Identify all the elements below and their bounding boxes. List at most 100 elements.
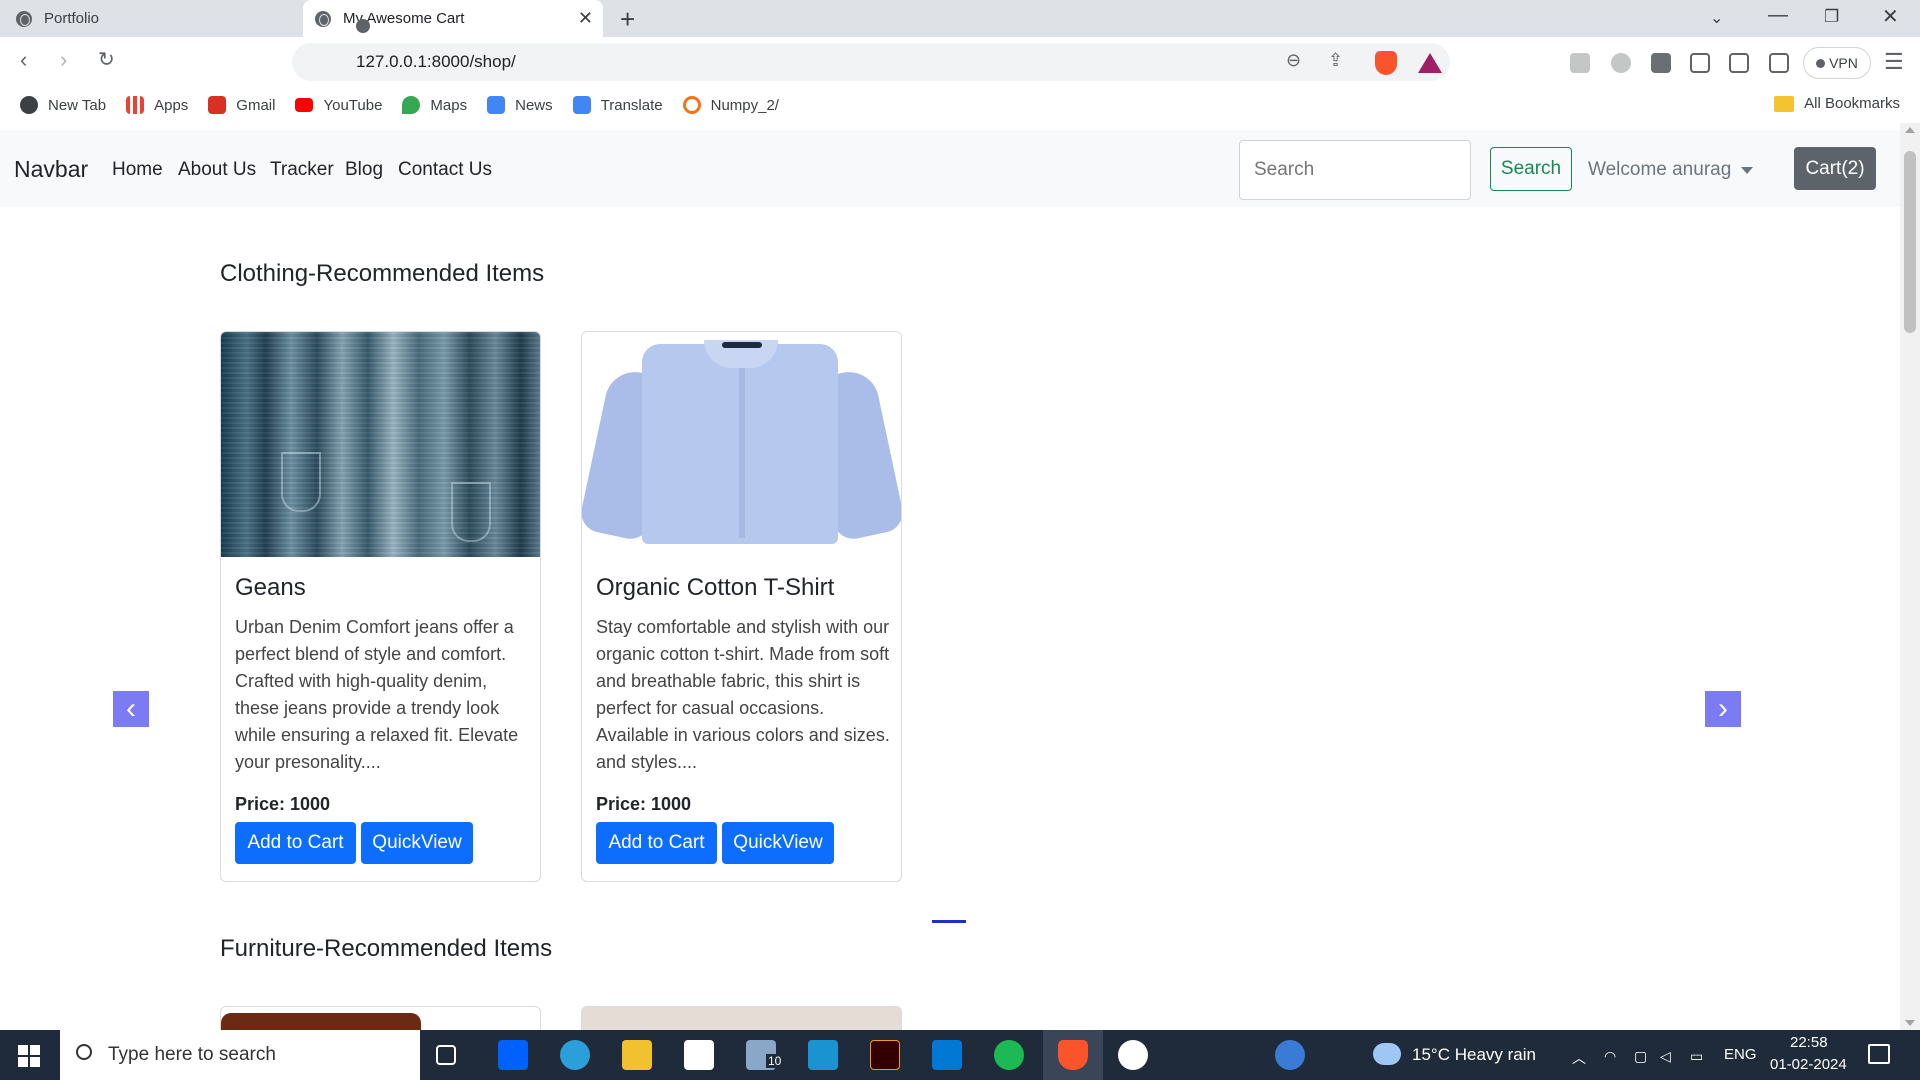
browser-toolbar: ‹ › ↻ 🔖︎ 127.0.0.1:8000/shop/ ⊖ ⇪ — [0, 37, 1920, 87]
clock-date[interactable]: 01-02-2024 — [1770, 1056, 1847, 1073]
menu-icon[interactable]: ☰ — [1884, 49, 1904, 75]
weather-text[interactable]: 15°C Heavy rain — [1412, 1045, 1536, 1065]
restore-icon[interactable]: ❐ — [1824, 7, 1839, 27]
spotify-icon[interactable] — [994, 1040, 1024, 1070]
share-icon[interactable]: ⇪ — [1328, 50, 1343, 71]
site-search-button[interactable]: Search — [1490, 147, 1572, 191]
chevron-up-icon[interactable]: ︿ — [1572, 1048, 1586, 1068]
all-bookmarks-label: All Bookmarks — [1804, 95, 1900, 112]
product-image-jeans — [221, 332, 540, 557]
vscode-icon[interactable] — [932, 1040, 962, 1070]
task-view-icon[interactable] — [436, 1045, 456, 1065]
bookmark-translate[interactable]: Translate — [572, 96, 663, 114]
close-window-icon[interactable]: ✕ — [1882, 4, 1899, 29]
carousel-next-button[interactable]: › — [1705, 691, 1741, 727]
bookmark-label: Translate — [600, 96, 663, 114]
bookmark-apps[interactable]: Apps — [126, 96, 188, 114]
add-to-cart-button[interactable]: Add to Cart — [596, 822, 717, 864]
navbar-brand[interactable]: Navbar — [14, 156, 88, 183]
site-search-input[interactable] — [1239, 140, 1471, 200]
caret-down-icon — [1741, 166, 1754, 174]
bookmark-numpy[interactable]: Numpy_2/ — [682, 96, 779, 114]
nav-contact-us[interactable]: Contact Us — [398, 159, 492, 181]
new-tab-icon[interactable]: + — [620, 4, 635, 35]
bookmark-label: Apps — [154, 96, 189, 114]
nav-tracker[interactable]: Tracker — [270, 159, 334, 181]
nav-about-us[interactable]: About Us — [178, 159, 256, 181]
bookmark-maps[interactable]: Maps — [402, 96, 467, 114]
bookmark-youtube[interactable]: YouTube — [295, 97, 382, 114]
bookmark-gmail[interactable]: Gmail — [208, 96, 275, 114]
battery-icon[interactable]: ▭ — [1690, 1048, 1703, 1065]
device-icon[interactable]: ▢ — [1634, 1048, 1647, 1065]
nav-home[interactable]: Home — [112, 159, 163, 181]
back-icon[interactable]: ‹ — [20, 47, 27, 73]
denim-pocket-detail — [281, 452, 321, 512]
quickview-button[interactable]: QuickView — [361, 822, 473, 864]
puzzle-extensions-icon[interactable] — [1690, 53, 1710, 73]
translate-icon — [572, 96, 591, 114]
site-info-icon[interactable] — [356, 19, 370, 33]
myhp-icon[interactable] — [808, 1040, 838, 1070]
globe-icon — [20, 96, 38, 114]
search-icon — [76, 1044, 92, 1060]
cart-button[interactable]: Cart(2) — [1794, 147, 1876, 190]
illustrator-icon[interactable] — [870, 1040, 900, 1070]
microsoft-store-icon[interactable] — [684, 1040, 714, 1070]
brave-rewards-icon[interactable] — [1418, 53, 1442, 73]
maps-pin-icon — [402, 96, 421, 114]
wallet-icon[interactable] — [1769, 53, 1789, 73]
product-price: Price: 1000 — [235, 794, 331, 814]
language-indicator[interactable]: ENG — [1724, 1046, 1757, 1063]
denim-pocket-detail — [451, 482, 491, 542]
sidebar-icon[interactable] — [1729, 53, 1749, 73]
close-tab-icon[interactable]: ✕ — [578, 8, 593, 29]
add-to-cart-button[interactable]: Add to Cart — [235, 822, 356, 864]
dropbox-icon[interactable] — [498, 1040, 528, 1070]
youtube-icon — [295, 98, 314, 112]
clock-time[interactable]: 22:58 — [1790, 1034, 1828, 1051]
bookmark-new-tab[interactable]: New Tab — [20, 96, 106, 114]
url-bar[interactable]: 127.0.0.1:8000/shop/ — [292, 43, 1450, 81]
nav-blog[interactable]: Blog — [345, 159, 383, 181]
carousel-prev-button[interactable]: ‹ — [113, 691, 149, 727]
page-scrollbar[interactable] — [1900, 123, 1920, 1030]
minimize-icon[interactable]: — — [1768, 4, 1788, 27]
chevron-left-icon: ‹ — [126, 692, 136, 725]
scroll-thumb[interactable] — [1904, 151, 1916, 333]
brave-browser-icon[interactable] — [1058, 1040, 1088, 1070]
product-title: Geans — [235, 574, 306, 601]
chevron-right-icon: › — [1718, 692, 1728, 725]
file-explorer-icon[interactable] — [622, 1040, 652, 1070]
extension-icon[interactable] — [1651, 53, 1671, 73]
scroll-up-icon[interactable] — [1905, 127, 1915, 133]
wifi-icon[interactable]: ◠ — [1604, 1048, 1616, 1065]
all-bookmarks[interactable]: All Bookmarks — [1774, 95, 1900, 112]
notification-icon[interactable] — [1868, 1044, 1890, 1064]
extension-icon[interactable] — [1611, 53, 1631, 73]
edge-icon[interactable] — [560, 1040, 590, 1070]
reload-icon[interactable]: ↻ — [98, 47, 115, 72]
tab-portfolio[interactable]: Portfolio — [0, 0, 303, 37]
speaker-icon[interactable]: ◁ — [1660, 1048, 1671, 1065]
section-title-furniture: Furniture-Recommended Items — [220, 935, 553, 962]
vpn-button[interactable]: VPN — [1803, 47, 1871, 79]
windows-start-icon[interactable] — [18, 1045, 40, 1067]
scroll-down-icon[interactable] — [1905, 1020, 1915, 1026]
forward-icon[interactable]: › — [60, 47, 67, 73]
mongodb-compass-icon[interactable] — [1118, 1040, 1148, 1070]
bookmark-label: Maps — [430, 96, 468, 114]
taskbar-search-box[interactable]: Type here to search — [60, 1030, 420, 1080]
help-icon[interactable] — [1275, 1040, 1305, 1070]
extension-icon[interactable] — [1570, 53, 1590, 73]
quickview-button[interactable]: QuickView — [722, 822, 834, 864]
bookmark-news[interactable]: News — [487, 96, 553, 114]
url-text: 127.0.0.1:8000/shop/ — [356, 52, 516, 71]
brave-shields-icon[interactable] — [1375, 51, 1397, 75]
zoom-icon[interactable]: ⊖ — [1286, 50, 1301, 71]
tab-search-chevron-icon[interactable]: ⌄ — [1710, 8, 1723, 28]
folder-icon — [1774, 95, 1795, 112]
user-dropdown[interactable]: Welcome anurag — [1588, 159, 1754, 181]
carousel-indicator[interactable] — [932, 920, 966, 923]
tab-my-awesome-cart[interactable]: My Awesome Cart ✕ — [303, 0, 603, 37]
